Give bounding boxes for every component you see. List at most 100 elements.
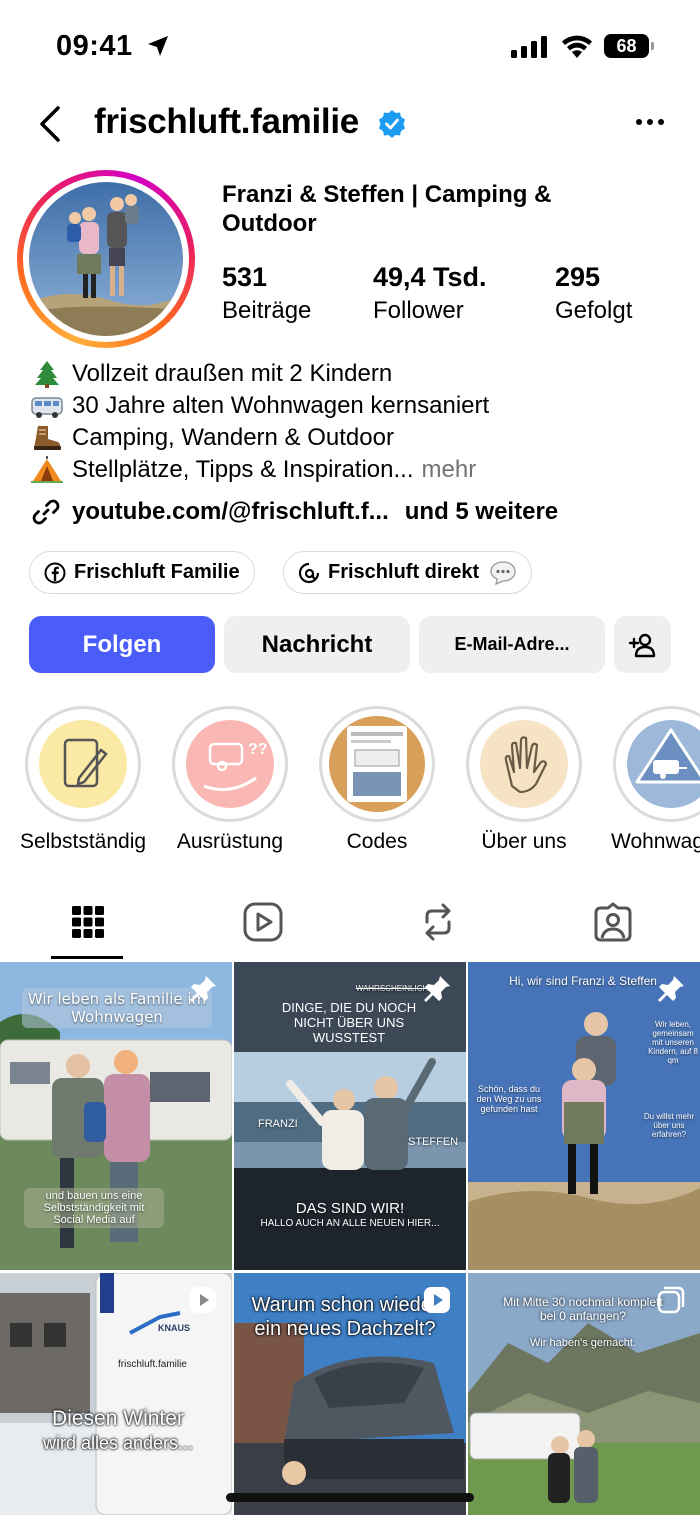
post-caption-main: Warum schon wieder ein neues Dachzelt? [251, 1294, 439, 1340]
post-caption-top-2: Wir haben's gemacht. [529, 1337, 637, 1349]
post-side-left: Schön, dass du den Weg zu uns gefunden h… [476, 1084, 542, 1114]
profile-link-row[interactable]: youtube.com/@frischluft.f... und 5 weite… [30, 496, 558, 528]
svg-text:??: ?? [248, 741, 268, 758]
location-arrow-icon [148, 36, 168, 56]
bio-line: Camping, Wandern & Outdoor [30, 422, 489, 454]
grid-icon [71, 906, 104, 938]
post-tag-small: WAHRSCHEINLICH [355, 984, 429, 993]
post-caption-top: Wir leben als Familie im Wohnwagen [22, 988, 212, 1028]
codes-cover-image [329, 716, 425, 812]
post-caption-bottom: und bauen uns eine Selbstständigkeit mit… [24, 1188, 164, 1228]
bio-text: Stellplätze, Tipps & Inspiration... [72, 456, 414, 483]
stat-following-label: Gefolgt [555, 297, 633, 324]
minibus-icon [31, 397, 63, 418]
threads-chip[interactable]: Frischluft direkt [283, 551, 533, 594]
post-tile[interactable]: Mit Mitte 30 nochmal komplett bei 0 anfa… [468, 1273, 700, 1515]
post-label-right: STEFFEN [408, 1136, 459, 1148]
carousel-icon [657, 1286, 685, 1314]
add-user-icon [628, 633, 655, 657]
threads-chip-label: Frischluft direkt [328, 561, 480, 583]
tab-reposts[interactable] [350, 884, 525, 960]
bio-text: 30 Jahre alten Wohnwagen kernsaniert [72, 392, 490, 419]
highlight-label: Über uns [481, 830, 567, 853]
post-tile[interactable]: WAHRSCHEINLICH DINGE, DIE DU NOCH NICHT … [234, 962, 466, 1270]
post-caption-top: DINGE, DIE DU NOCH NICHT ÜBER UNS WUSSTE… [281, 1000, 417, 1045]
caravan-icon: ?? [182, 716, 278, 812]
highlight-wohnwagen[interactable]: Wohnwag [611, 706, 700, 853]
stat-following[interactable]: 295 Gefolgt [555, 262, 632, 325]
repost-icon [425, 903, 450, 941]
battery-icon: 68 [604, 34, 654, 58]
story-ring[interactable] [17, 170, 195, 348]
highlight-label: Codes [346, 830, 408, 853]
post-caption-top: Mit Mitte 30 nochmal komplett bei 0 anfa… [503, 1295, 663, 1323]
display-name: Franzi & Steffen | Camping & Outdoor [222, 181, 552, 237]
tagged-user-icon [594, 902, 631, 942]
bio-line: 30 Jahre alten Wohnwagen kernsaniert [30, 390, 489, 422]
facebook-chip[interactable]: Frischluft Familie [29, 551, 255, 594]
email-button[interactable]: E-Mail-Adre... [419, 616, 605, 673]
bio-more-link[interactable]: mehr [422, 454, 477, 486]
more-options-icon[interactable] [634, 116, 666, 128]
follow-button[interactable]: Folgen [29, 616, 215, 673]
stat-followers-label: Follower [373, 297, 464, 324]
post-side-right: Wir leben, gemeinsam mit unseren Kindern… [648, 1020, 698, 1065]
pin-icon [658, 976, 684, 1002]
home-indicator[interactable] [226, 1493, 474, 1502]
post-tile[interactable]: Warum schon wieder ein neues Dachzelt? [234, 1273, 466, 1515]
avatar [29, 182, 183, 336]
highlight-ausruestung[interactable]: ?? Ausrüstung [172, 706, 288, 853]
stat-following-value: 295 [555, 262, 601, 292]
pin-icon [190, 976, 216, 1002]
post-tile[interactable]: KNAUS frischluft.familie Diesen Winter w… [0, 1273, 232, 1515]
post-caption-main-2: wird alles anders... [42, 1433, 194, 1453]
active-tab-indicator [51, 956, 123, 959]
profile-link-extra[interactable]: und 5 weitere [405, 498, 558, 526]
threads-icon [298, 562, 320, 583]
waving-hand-icon [476, 716, 572, 812]
tablet-pencil-icon [35, 716, 131, 812]
tab-posts-grid[interactable] [0, 884, 175, 960]
stat-posts-value: 531 [222, 262, 268, 292]
post-caption-top: Hi, wir sind Franzi & Steffen [509, 974, 657, 988]
highlight-codes[interactable]: Codes [319, 706, 435, 853]
post-label-left: FRANZI [258, 1118, 298, 1130]
pin-icon [424, 976, 450, 1002]
post-van-brand: KNAUS [158, 1323, 191, 1333]
facebook-chip-label: Frischluft Familie [74, 561, 240, 583]
status-time: 09:41 [56, 30, 133, 62]
post-tile[interactable]: Hi, wir sind Franzi & Steffen Schön, das… [468, 962, 700, 1270]
stat-posts[interactable]: 531 Beiträge [222, 262, 311, 325]
stat-posts-label: Beiträge [222, 297, 312, 324]
back-chevron-icon[interactable] [34, 104, 68, 144]
bio: Vollzeit draußen mit 2 Kindern 30 Jahre … [30, 358, 489, 486]
post-tile[interactable]: Wir leben als Familie im Wohnwagen und b… [0, 962, 232, 1270]
link-icon [32, 499, 60, 525]
post-caption-bottom-2: HALLO AUCH AN ALLE NEUEN HIER... [260, 1218, 440, 1229]
profile-tabs [0, 884, 700, 962]
status-bar: 09:41 68 [0, 0, 700, 92]
bio-line: Stellplätze, Tipps & Inspiration... mehr [30, 454, 489, 486]
reel-icon [190, 1287, 216, 1313]
hiking-boot-icon [34, 426, 61, 450]
post-side-right-2: Du willst mehr über uns erfahren? [643, 1112, 695, 1139]
post-caption-bottom: DAS SIND WIR! [295, 1200, 405, 1217]
verified-badge-icon [379, 110, 405, 138]
tab-reels[interactable] [175, 884, 350, 960]
highlight-label: Selbstständig [19, 830, 147, 853]
profile-link[interactable]: youtube.com/@frischluft.f... [72, 498, 389, 526]
speech-bubble-icon [490, 560, 516, 585]
bio-line: Vollzeit draußen mit 2 Kindern [30, 358, 489, 390]
tab-tagged[interactable] [525, 884, 700, 960]
stat-followers[interactable]: 49,4 Tsd. Follower [373, 262, 487, 325]
highlight-label: Wohnwag [611, 830, 700, 853]
stat-followers-value: 49,4 Tsd. [373, 262, 487, 292]
wifi-icon [562, 35, 592, 58]
highlight-ueber-uns[interactable]: Über uns [466, 706, 582, 853]
pine-tree-icon [35, 361, 59, 388]
message-button[interactable]: Nachricht [224, 616, 410, 673]
highlight-selbststaendig[interactable]: Selbstständig [20, 706, 146, 853]
post-brand: frischluft.familie [118, 1359, 187, 1370]
suggest-people-button[interactable] [614, 616, 671, 673]
highlight-label: Ausrüstung [176, 830, 284, 853]
